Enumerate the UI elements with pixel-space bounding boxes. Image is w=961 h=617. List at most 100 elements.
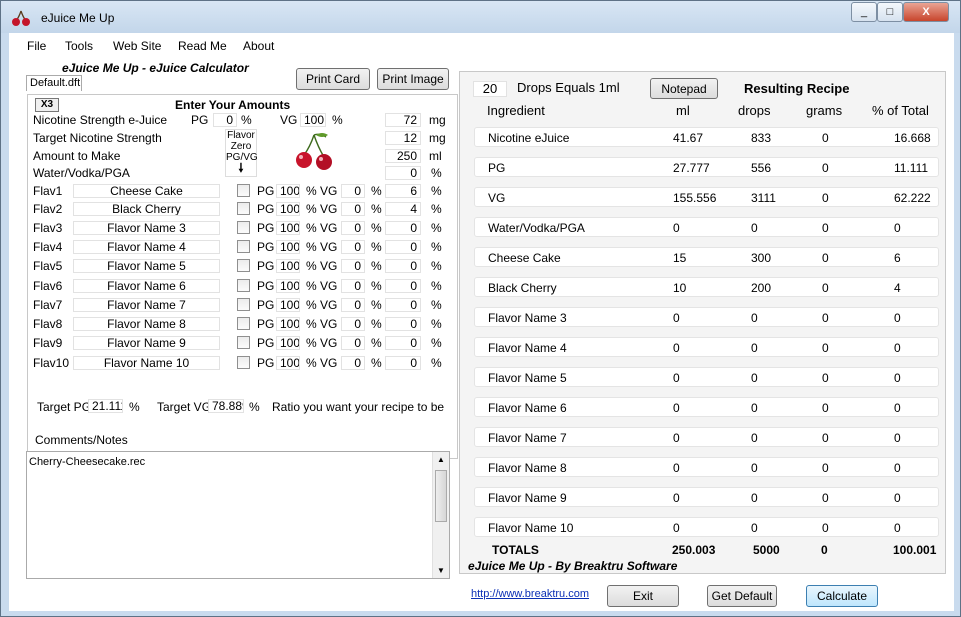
exit-button[interactable]: Exit [607,585,679,607]
flavor-name-input[interactable]: Flavor Name 8 [73,317,220,331]
flavor-checkbox[interactable] [237,259,250,272]
flavor-name-input[interactable]: Flavor Name 10 [73,356,220,370]
flavor-vg-input[interactable]: 0 [341,356,365,370]
flavor-name-input[interactable]: Flavor Name 4 [73,240,220,254]
flavor-checkbox[interactable] [237,184,250,197]
flavor-checkbox[interactable] [237,356,250,369]
nic-pg-input[interactable]: 0 [213,113,237,127]
get-default-button[interactable]: Get Default [707,585,777,607]
totals-label: TOTALS [492,543,539,557]
flavor-pct-input[interactable]: 0 [385,317,421,331]
nic-vg-input[interactable]: 100 [300,113,326,127]
flavor-pct-input[interactable]: 6 [385,184,421,198]
flavor-checkbox[interactable] [237,317,250,330]
flavor-name-input[interactable]: Black Cherry [73,202,220,216]
target-pg-input[interactable]: 21.111 [88,399,123,413]
print-image-button[interactable]: Print Image [377,68,449,90]
flavor-name-input[interactable]: Flavor Name 3 [73,221,220,235]
menu-tools[interactable]: Tools [65,39,93,53]
flavor-checkbox[interactable] [237,279,250,292]
amount-input[interactable]: 250 [385,149,421,163]
flavor-name-input[interactable]: Flavor Name 5 [73,259,220,273]
notepad-button[interactable]: Notepad [650,78,718,99]
flavor-pct-input[interactable]: 0 [385,298,421,312]
flavor-vg-input[interactable]: 0 [341,202,365,216]
scroll-up-icon[interactable]: ▲ [437,455,445,464]
flavor-checkbox[interactable] [237,240,250,253]
ratio-hint: Ratio you want your recipe to be [272,400,445,414]
flavor-checkbox[interactable] [237,202,250,215]
menu-readme[interactable]: Read Me [178,39,227,53]
comments-scrollbar[interactable]: ▲ ▼ [432,452,449,578]
flavor-pct-input[interactable]: 0 [385,336,421,350]
target-nic-input[interactable]: 12 [385,131,421,145]
flavor-pct-input[interactable]: 4 [385,202,421,216]
calculate-button[interactable]: Calculate [806,585,878,607]
flavor-pct-input[interactable]: 0 [385,240,421,254]
pct-cell: 16.668 [894,131,931,145]
flavor-name-input[interactable]: Flavor Name 6 [73,279,220,293]
comments-textarea[interactable]: Cherry-Cheesecake.rec ▲ ▼ [26,451,450,579]
flavor-vg-input[interactable]: 0 [341,240,365,254]
flavor-vg-input[interactable]: 0 [341,184,365,198]
flavor-pct-input[interactable]: 0 [385,221,421,235]
print-card-button[interactable]: Print Card [296,68,370,90]
flavor-name-input[interactable]: Flavor Name 7 [73,298,220,312]
flavor-zero-button[interactable]: Flavor Zero PG/VG 🠗 [225,129,258,177]
flavor-vg-input[interactable]: 0 [341,221,365,235]
grams-cell: 0 [822,131,829,145]
flavor-pg-input[interactable]: 100 [276,221,300,235]
flavor-pct-input[interactable]: 0 [385,259,421,273]
arrow-down-icon: 🠗 [238,161,244,175]
ingredient-cell: Flavor Name 8 [488,461,567,475]
menu-about[interactable]: About [243,39,274,53]
nicotine-strength-input[interactable]: 72 [385,113,421,127]
flavor-name-input[interactable]: Flavor Name 9 [73,336,220,350]
flavor-pg-input[interactable]: 100 [276,336,300,350]
flavor-pct-input[interactable]: 0 [385,356,421,370]
amount-label: Amount to Make [33,149,121,163]
scroll-down-icon[interactable]: ▼ [437,566,445,575]
flavor-pg-input[interactable]: 100 [276,240,300,254]
col-ml: ml [676,103,690,118]
x3-button[interactable]: X3 [35,98,59,112]
flavor-checkbox[interactable] [237,336,250,349]
ml-cell: 0 [673,371,680,385]
title-bar[interactable]: eJuice Me Up _ □ X [1,1,960,33]
flavor-pct-unit: % [431,240,442,254]
flavor-pg-input[interactable]: 100 [276,202,300,216]
flavor-vg-label: VG [320,184,338,198]
close-icon[interactable]: X [903,2,949,22]
pct-cell: 4 [894,281,901,295]
flavor-pg-input[interactable]: 100 [276,317,300,331]
flavor-pg-input[interactable]: 100 [276,298,300,312]
flavor-pg-input[interactable]: 100 [276,279,300,293]
flavor-vg-input[interactable]: 0 [341,336,365,350]
menu-website[interactable]: Web Site [113,39,161,53]
menu-file[interactable]: File [27,39,46,53]
recipe-row: Flavor Name 6 0 0 0 0 [474,397,939,417]
maximize-icon[interactable]: □ [877,2,903,22]
flavor-pg-input[interactable]: 100 [276,184,300,198]
flavor-pct-input[interactable]: 0 [385,279,421,293]
flavor-vg-input[interactable]: 0 [341,317,365,331]
pct-cell: 0 [894,521,901,535]
flavor-label: Flav1 [33,184,63,198]
flavor-pg-input[interactable]: 100 [276,356,300,370]
drops-per-ml-input[interactable]: 20 [473,81,507,97]
scroll-thumb[interactable] [435,470,447,522]
target-vg-label: Target VG [157,400,212,414]
flavor-checkbox[interactable] [237,221,250,234]
target-vg-input[interactable]: 78.889 [208,399,244,413]
flavor-checkbox[interactable] [237,298,250,311]
flavor-vg-input[interactable]: 0 [341,259,365,273]
file-tab[interactable]: Default.dft [26,75,82,91]
minimize-icon[interactable]: _ [851,2,877,22]
drops-cell: 0 [751,221,758,235]
flavor-vg-input[interactable]: 0 [341,298,365,312]
website-link[interactable]: http://www.breaktru.com [471,587,589,601]
flavor-name-input[interactable]: Cheese Cake [73,184,220,198]
flavor-pg-input[interactable]: 100 [276,259,300,273]
flavor-vg-input[interactable]: 0 [341,279,365,293]
water-input[interactable]: 0 [385,166,421,180]
